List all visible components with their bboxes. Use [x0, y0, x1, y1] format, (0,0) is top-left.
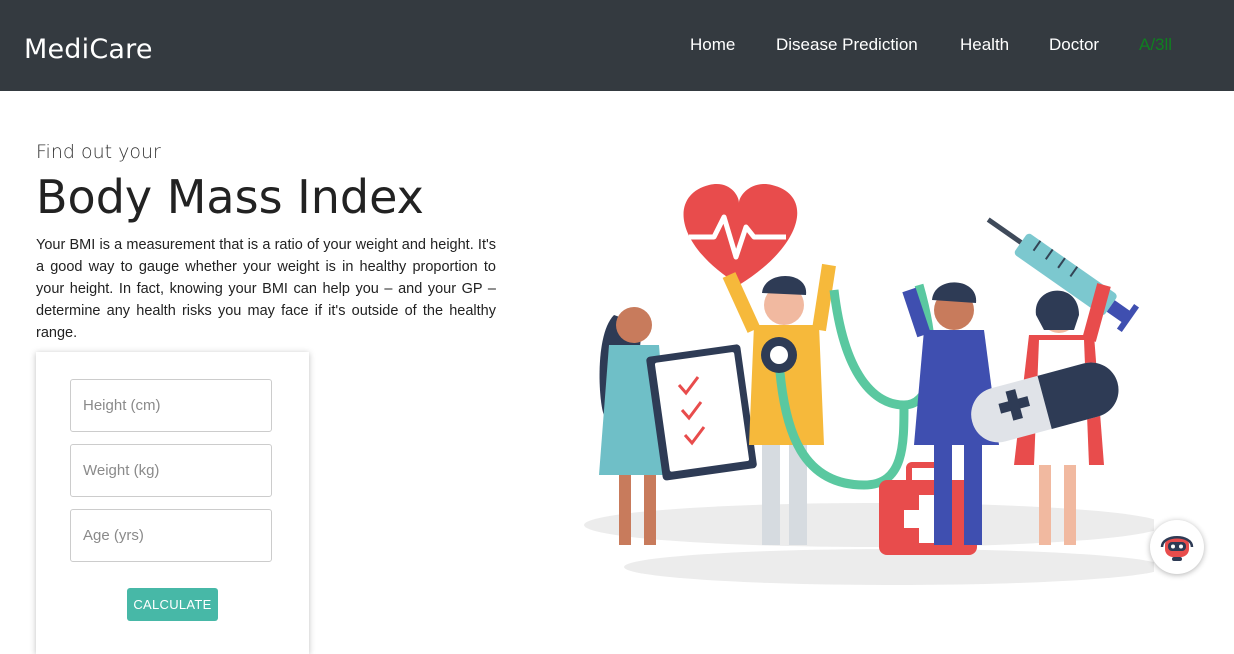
calculate-button[interactable]: CALCULATE	[127, 588, 218, 621]
nav-doctor[interactable]: Doctor	[1049, 35, 1099, 55]
bmi-form-card: CALCULATE	[36, 352, 309, 654]
intro-text: Find out your	[36, 141, 161, 163]
nav-home[interactable]: Home	[690, 35, 735, 55]
age-input[interactable]	[70, 509, 272, 562]
medical-team-illustration	[584, 184, 1154, 585]
height-input[interactable]	[70, 379, 272, 432]
chatbot-icon	[1160, 536, 1194, 561]
nav-disease-prediction[interactable]: Disease Prediction	[776, 35, 918, 55]
nav-health[interactable]: Health	[960, 35, 1009, 55]
chatbot-button[interactable]	[1150, 520, 1204, 574]
brand-logo[interactable]: MediCare	[24, 34, 153, 65]
nav-all[interactable]: A/3ll	[1139, 35, 1172, 55]
page-title: Body Mass Index	[36, 170, 424, 224]
bmi-description: Your BMI is a measurement that is a rati…	[36, 237, 496, 341]
weight-input[interactable]	[70, 444, 272, 497]
navbar: MediCare Home Disease Prediction Health …	[0, 0, 1234, 91]
